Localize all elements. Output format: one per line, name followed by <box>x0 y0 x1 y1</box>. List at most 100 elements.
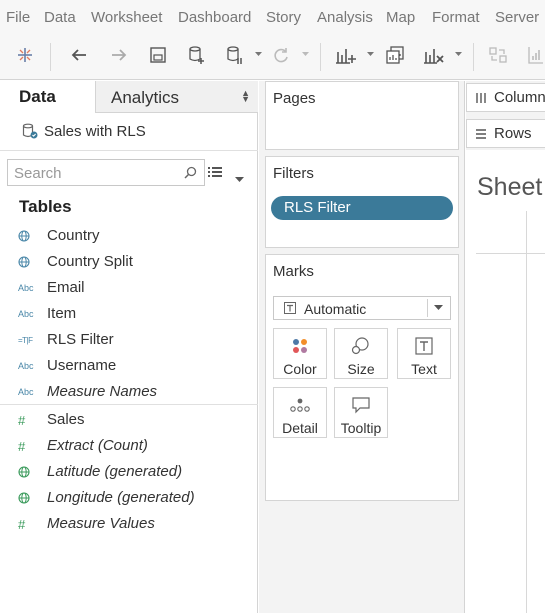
menu-file[interactable]: File <box>6 9 30 26</box>
field-name: Username <box>47 357 117 374</box>
field-name: Measure Names <box>47 383 158 400</box>
mark-type-select[interactable]: Automatic <box>273 296 451 320</box>
text-mark-icon <box>284 302 296 314</box>
filters-title: Filters <box>273 165 314 182</box>
chevron-down-icon[interactable] <box>253 48 263 60</box>
field-latitude[interactable]: Latitude (generated) <box>0 460 258 484</box>
globe-icon <box>18 490 40 506</box>
database-icon <box>22 123 38 139</box>
refresh-icon[interactable] <box>268 42 294 68</box>
marks-title: Marks <box>273 263 314 280</box>
chevron-down-icon[interactable] <box>300 48 310 60</box>
data-pane: Data Analytics ▲▼ Sales with RLS Tables <box>0 81 258 613</box>
columns-shelf[interactable]: Columns <box>466 83 545 112</box>
new-data-source-icon[interactable] <box>184 42 210 68</box>
tableau-logo-icon[interactable] <box>12 42 38 68</box>
number-type-icon: # <box>18 438 26 454</box>
field-extract-count[interactable]: # Extract (Count) <box>0 434 258 458</box>
field-username[interactable]: Abc Username <box>0 354 258 378</box>
toolbar <box>0 35 545 80</box>
rows-shelf[interactable]: Rows <box>466 119 545 148</box>
clear-sheet-icon[interactable] <box>421 42 447 68</box>
swap-icon[interactable] <box>485 42 511 68</box>
size-icon <box>335 335 387 357</box>
search-icon <box>184 166 197 179</box>
search-input[interactable] <box>14 163 179 183</box>
tooltip-icon <box>335 394 387 416</box>
calculated-boolean-icon: =T|F <box>18 335 33 345</box>
detail-button[interactable]: Detail <box>273 387 327 438</box>
field-measure-values[interactable]: # Measure Values <box>0 512 258 536</box>
text-button[interactable]: Text <box>397 328 451 379</box>
sheet-title[interactable]: Sheet 1 <box>477 173 545 202</box>
pause-updates-icon[interactable] <box>222 42 248 68</box>
field-name: Sales <box>47 411 85 428</box>
menu-analysis[interactable]: Analysis <box>317 9 373 26</box>
tooltip-label: Tooltip <box>340 420 382 436</box>
menu-worksheet[interactable]: Worksheet <box>91 9 162 26</box>
divider <box>427 299 428 317</box>
string-type-icon: Abc <box>18 361 34 371</box>
string-type-icon: Abc <box>18 309 34 319</box>
field-name: RLS Filter <box>47 331 114 348</box>
chevron-down-icon[interactable] <box>235 170 244 188</box>
field-measure-names[interactable]: Abc Measure Names <box>0 380 258 404</box>
duplicate-icon[interactable] <box>382 42 408 68</box>
detail-label: Detail <box>282 420 318 436</box>
redo-icon[interactable] <box>106 42 132 68</box>
mark-type-label: Automatic <box>304 301 367 317</box>
undo-icon[interactable] <box>66 42 92 68</box>
menu-story[interactable]: Story <box>266 9 301 26</box>
sheet-area: Columns Rows Sheet 1 <box>466 81 545 613</box>
globe-icon <box>18 464 40 480</box>
tab-analytics-label: Analytics <box>111 88 180 107</box>
chevron-down-icon[interactable] <box>453 48 463 60</box>
size-label: Size <box>347 361 375 377</box>
number-type-icon: # <box>18 412 26 428</box>
field-country[interactable]: Country <box>0 224 258 248</box>
sort-icon[interactable] <box>522 42 545 68</box>
color-button[interactable]: Color <box>273 328 327 379</box>
list-view-icon[interactable] <box>208 165 222 183</box>
menu-format[interactable]: Format <box>432 9 480 26</box>
text-label: Text <box>411 361 437 377</box>
field-item[interactable]: Abc Item <box>0 302 258 326</box>
tab-data[interactable]: Data <box>0 81 95 113</box>
tables-heading: Tables <box>19 197 72 216</box>
menu-map[interactable]: Map <box>386 9 415 26</box>
marks-card: Marks Automatic Color Size Text Detail T… <box>265 254 459 501</box>
size-button[interactable]: Size <box>334 328 388 379</box>
field-email[interactable]: Abc Email <box>0 276 258 300</box>
field-country-split[interactable]: Country Split <box>0 250 258 274</box>
grid-line <box>476 253 545 254</box>
detail-icon <box>274 394 326 416</box>
filters-card[interactable]: Filters RLS Filter <box>265 156 459 248</box>
tooltip-button[interactable]: Tooltip <box>334 387 388 438</box>
tab-data-label: Data <box>19 87 56 106</box>
chevron-down-icon[interactable] <box>365 48 375 60</box>
field-name: Extract (Count) <box>47 437 148 454</box>
filter-pill-rls-filter[interactable]: RLS Filter <box>271 196 453 220</box>
field-longitude[interactable]: Longitude (generated) <box>0 486 258 510</box>
globe-icon <box>18 254 40 270</box>
data-source[interactable]: Sales with RLS <box>22 121 146 141</box>
menu-server[interactable]: Server <box>495 9 539 26</box>
string-type-icon: Abc <box>18 283 34 293</box>
divider <box>0 150 258 151</box>
field-sales[interactable]: # Sales <box>0 408 258 432</box>
menu-dashboard[interactable]: Dashboard <box>178 9 251 26</box>
pages-card[interactable]: Pages <box>265 81 459 150</box>
save-icon[interactable] <box>145 42 171 68</box>
field-name: Latitude (generated) <box>47 463 183 480</box>
grid-line <box>526 211 527 613</box>
sort-arrows-icon[interactable]: ▲ ▼ <box>241 89 250 104</box>
field-name: Country Split <box>47 253 133 270</box>
menu-data[interactable]: Data <box>44 9 76 26</box>
new-worksheet-icon[interactable] <box>333 42 359 68</box>
tab-analytics[interactable]: Analytics ▲ ▼ <box>95 81 258 113</box>
field-rls-filter[interactable]: =T|F RLS Filter <box>0 328 258 352</box>
shelves-column: Pages Filters RLS Filter Marks Automatic… <box>259 81 465 613</box>
rows-label: Rows <box>494 125 532 142</box>
menu-bar: File Data Worksheet Dashboard Story Anal… <box>0 0 545 35</box>
chevron-down-icon <box>434 305 443 310</box>
